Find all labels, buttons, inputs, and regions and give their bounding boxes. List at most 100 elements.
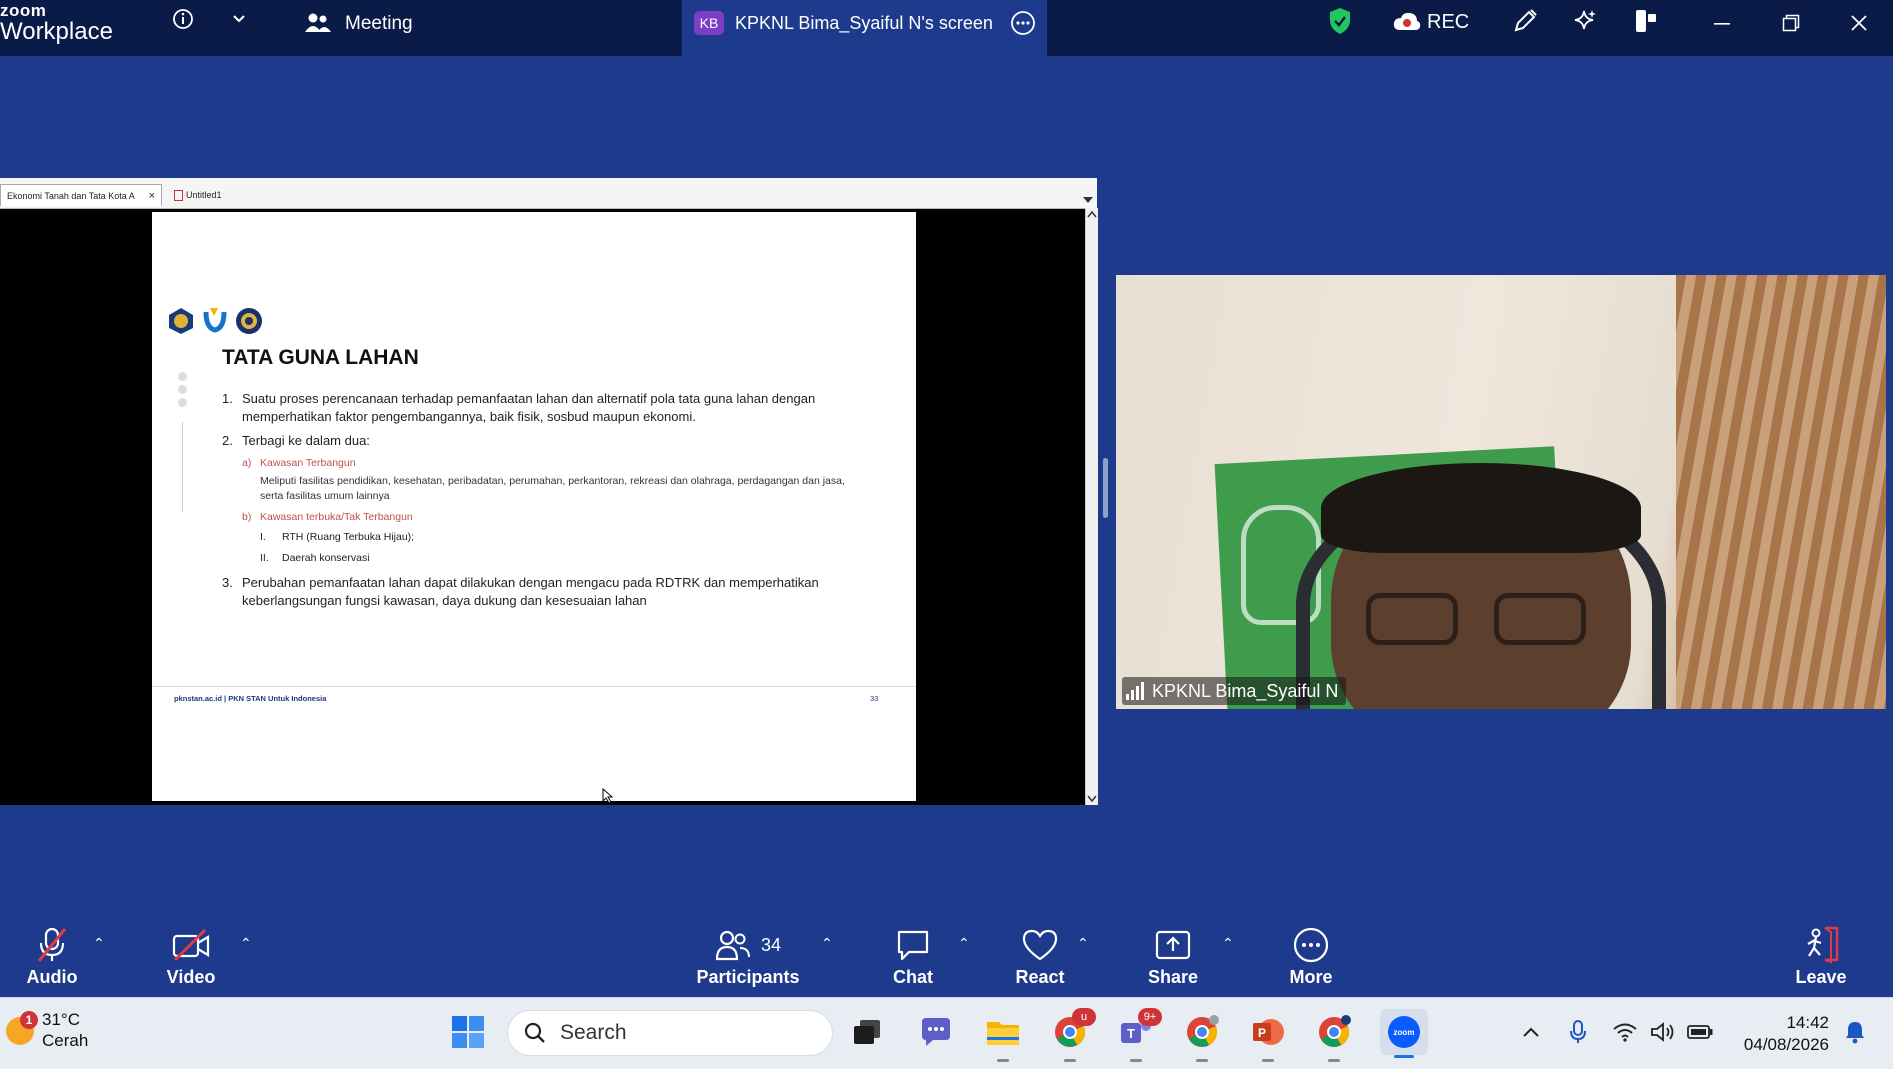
slide-footer-left: pknstan.ac.id | PKN STAN Untuk Indonesia <box>174 694 327 703</box>
document-scrollbar[interactable] <box>1085 208 1098 805</box>
slide-decoration-dots <box>178 372 187 411</box>
svg-text:T: T <box>1127 1026 1135 1041</box>
apps-panel-icon[interactable] <box>1631 6 1661 36</box>
taskbar-clock[interactable]: 14:42 04/08/2026 <box>1733 1012 1829 1056</box>
windows-taskbar: 1 31°C Cerah Search u T 9+ P zoom 14:42 … <box>0 997 1893 1069</box>
sub-point-b: b) Kawasan terbuka/Tak Terbangun <box>242 510 862 524</box>
audio-label: Audio <box>26 967 78 987</box>
react-options-caret-icon[interactable]: ⌃ <box>1077 935 1089 952</box>
minimize-icon[interactable] <box>1707 8 1737 38</box>
share-label: Share <box>1147 967 1199 987</box>
roman-number: II. <box>260 552 269 564</box>
svg-text:zoom: zoom <box>1394 1028 1415 1037</box>
search-icon <box>524 1022 545 1043</box>
slide-point: 1. Suatu proses perencanaan terhadap pem… <box>222 390 862 426</box>
video-background-wall <box>1676 275 1886 709</box>
sub-point-a: a) Kawasan Terbangun <box>242 456 862 470</box>
point-number: 1. <box>222 391 233 406</box>
roman-item: II. Daerah konservasi <box>260 551 862 566</box>
video-participant-hair <box>1321 463 1641 553</box>
meeting-people-icon <box>304 10 332 36</box>
connection-strength-icon <box>1126 682 1144 700</box>
roman-text: Daerah konservasi <box>282 552 370 564</box>
close-window-icon[interactable] <box>1844 8 1874 38</box>
title-bar-right <box>1047 0 1893 56</box>
participants-options-caret-icon[interactable]: ⌃ <box>821 935 833 952</box>
app-running-indicator <box>1064 1059 1076 1062</box>
task-view-icon[interactable] <box>847 1012 887 1052</box>
more-options-icon[interactable] <box>1009 9 1037 37</box>
show-hidden-icons-chevron-icon[interactable] <box>1511 1012 1551 1052</box>
title-bar: zoom Workplace Meeting KB KPKNL Bima_Sya… <box>0 0 1893 56</box>
zoom-app-icon[interactable]: zoom <box>1380 1009 1428 1058</box>
powerpoint-icon[interactable]: P <box>1248 1012 1288 1062</box>
slide-title: TATA GUNA LAHAN <box>222 346 419 369</box>
rec-label[interactable]: REC <box>1427 11 1469 34</box>
ai-companion-sparkle-icon[interactable] <box>1570 6 1600 36</box>
participant-name-tag: KPKNL Bima_Syaiful N <box>1122 677 1347 705</box>
cloud-recording-icon[interactable] <box>1392 8 1422 34</box>
meeting-label[interactable]: Meeting <box>345 13 413 35</box>
slide-footer-divider <box>152 686 916 687</box>
document-tab-active[interactable]: Ekonomi Tanah dan Tata Kota A × <box>0 184 162 206</box>
participant-video-tile[interactable]: KPKNL Bima_Syaiful N <box>1116 275 1886 709</box>
point-number: 3. <box>222 575 233 590</box>
mouse-cursor-icon <box>602 788 614 804</box>
slide-page-number: 33 <box>870 694 879 703</box>
taskbar-search[interactable]: Search <box>507 1010 833 1056</box>
more-button[interactable]: More <box>1256 925 1366 988</box>
share-button[interactable]: Share <box>1118 925 1228 988</box>
chat-button[interactable]: Chat <box>858 925 968 988</box>
volume-icon[interactable] <box>1643 1012 1683 1052</box>
chrome-profile-3-icon[interactable] <box>1314 1012 1354 1062</box>
meet-chat-app-icon[interactable] <box>916 1012 956 1052</box>
wifi-icon[interactable] <box>1605 1012 1645 1052</box>
share-options-caret-icon[interactable]: ⌃ <box>1222 935 1234 952</box>
chat-bubble-icon <box>895 925 931 965</box>
more-dots-icon <box>1292 925 1330 965</box>
restore-window-icon[interactable] <box>1776 8 1806 38</box>
windows-start-icon[interactable] <box>448 1012 488 1052</box>
info-icon[interactable] <box>170 6 196 32</box>
video-off-icon <box>171 925 211 965</box>
microphone-tray-icon[interactable] <box>1558 1012 1598 1052</box>
sub-point-a-description: Meliputi fasilitas pendidikan, kesehatan… <box>260 475 845 502</box>
weather-widget[interactable]: 1 31°C Cerah <box>6 1010 88 1052</box>
slide-divider <box>182 422 183 512</box>
video-button[interactable]: Video <box>136 925 246 988</box>
notification-bell-icon[interactable] <box>1835 1012 1875 1052</box>
more-label: More <box>1289 967 1333 987</box>
document-tab-inactive[interactable]: Untitled1 <box>168 184 248 206</box>
participants-label: Participants <box>696 967 800 987</box>
presenter-avatar-badge: KB <box>694 11 724 35</box>
chrome-icon[interactable]: u <box>1050 1008 1096 1062</box>
teams-notification-badge: 9+ <box>1138 1008 1162 1026</box>
teams-icon[interactable]: T 9+ <box>1116 1008 1162 1062</box>
leave-door-icon <box>1801 925 1841 965</box>
audio-options-caret-icon[interactable]: ⌃ <box>93 935 105 952</box>
chevron-down-icon[interactable] <box>228 8 250 30</box>
participants-count: 34 <box>760 934 782 955</box>
battery-icon[interactable] <box>1680 1012 1720 1052</box>
security-shield-icon[interactable] <box>1326 6 1354 36</box>
leave-button[interactable]: Leave <box>1766 925 1876 988</box>
shared-screen[interactable]: Ekonomi Tanah dan Tata Kota A × Untitled… <box>0 178 1098 805</box>
roman-text: RTH (Ruang Terbuka Hijau); <box>282 531 415 543</box>
split-resize-handle[interactable] <box>1103 458 1108 518</box>
roman-number: I. <box>260 531 266 543</box>
participants-icon: 34 <box>715 925 781 965</box>
point-text: Perubahan pemanfaatan lahan dapat dilaku… <box>242 575 819 608</box>
app-running-indicator <box>997 1059 1009 1062</box>
document-tab-label: Ekonomi Tanah dan Tata Kota A <box>7 190 135 201</box>
close-tab-icon[interactable]: × <box>149 190 155 202</box>
chrome-profile-2-icon[interactable] <box>1182 1012 1222 1062</box>
chat-options-caret-icon[interactable]: ⌃ <box>958 935 970 952</box>
video-options-caret-icon[interactable]: ⌃ <box>240 935 252 952</box>
logo-bottom-text: Workplace <box>0 18 113 45</box>
participants-button[interactable]: 34 Participants <box>693 925 803 988</box>
annotate-pen-icon[interactable] <box>1510 6 1540 36</box>
tab-dropdown-icon[interactable] <box>1083 190 1093 208</box>
campus-logo-icon <box>203 308 227 333</box>
audio-button[interactable]: Audio <box>0 925 107 988</box>
file-explorer-icon[interactable] <box>983 1012 1023 1062</box>
